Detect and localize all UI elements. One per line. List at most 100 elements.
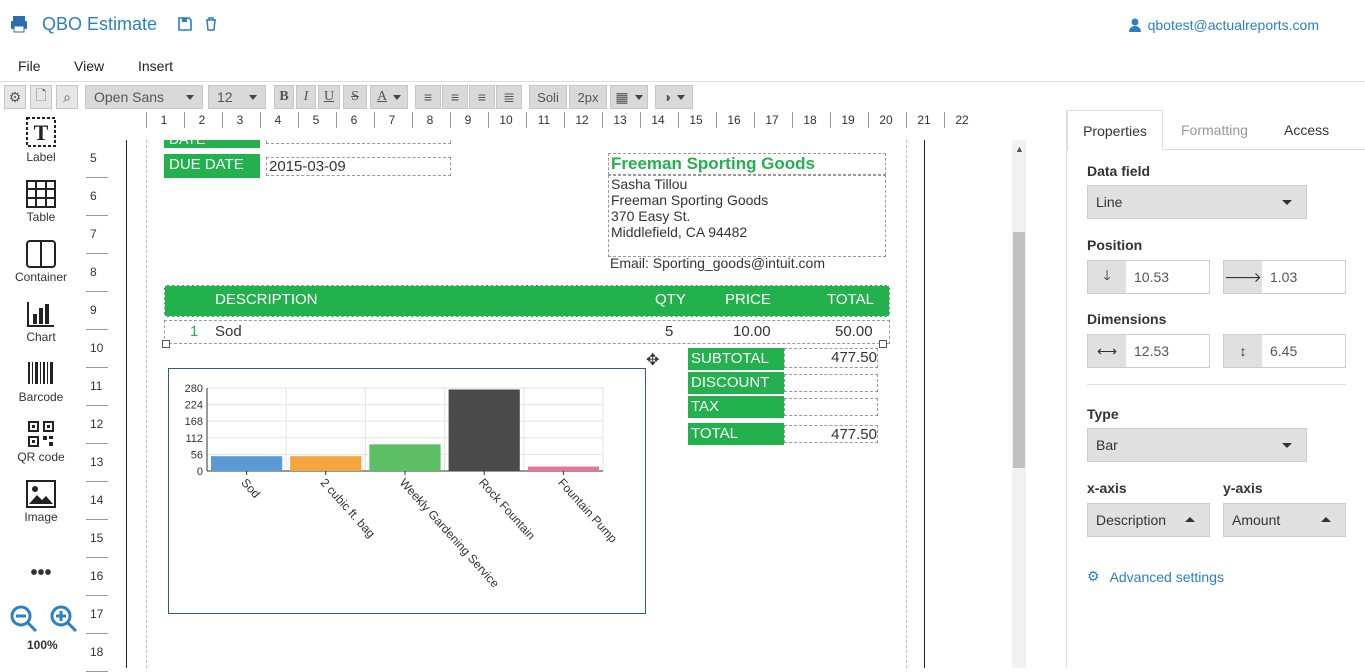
more-icon[interactable]: •••	[0, 562, 82, 585]
contrast-icon[interactable]: ◑	[655, 85, 693, 109]
search-icon[interactable]: ⌕	[56, 85, 78, 109]
border-style-value: Soli	[537, 89, 559, 105]
row-description: Sod	[215, 323, 242, 340]
date-label[interactable]: DATE	[164, 140, 260, 148]
address-line: Freeman Sporting Goods	[611, 192, 769, 208]
image-icon	[26, 480, 56, 508]
billing-address[interactable]: Sasha Tillou Freeman Sporting Goods 370 …	[608, 175, 886, 257]
border-style-select[interactable]: Soli	[529, 85, 567, 109]
date-field[interactable]	[266, 140, 451, 144]
underline-button[interactable]: U	[318, 85, 340, 109]
table-header[interactable]: DESCRIPTION QTY PRICE TOTAL	[164, 285, 890, 317]
tab-formatting[interactable]: Formatting	[1181, 110, 1248, 150]
bar	[211, 456, 283, 471]
tax-value[interactable]	[784, 398, 878, 416]
user-account[interactable]: qbotest@actualreports.com	[1128, 17, 1319, 33]
due-date-value[interactable]: 2015-03-09	[266, 157, 451, 176]
align-left-icon[interactable]: ≡	[415, 85, 441, 109]
borders-icon[interactable]: ▦	[610, 85, 648, 109]
ruler-tick	[86, 367, 108, 368]
data-field-select[interactable]: Line	[1087, 185, 1307, 219]
position-label: Position	[1087, 237, 1143, 253]
palette-image[interactable]: Image	[0, 480, 82, 524]
palette-qrcode[interactable]: QR code	[0, 420, 82, 464]
font-size-select[interactable]: 12	[208, 85, 266, 109]
scroll-up-icon[interactable]: ▲	[1015, 144, 1024, 154]
palette-chart[interactable]: Chart	[0, 300, 82, 344]
italic-button[interactable]: I	[296, 85, 316, 109]
x-axis-select[interactable]: Description	[1087, 503, 1210, 537]
move-icon[interactable]: ✥	[646, 350, 659, 370]
discount-value[interactable]	[784, 374, 878, 392]
total-label[interactable]: TOTAL	[688, 423, 784, 445]
total-value[interactable]: 477.50	[784, 425, 878, 443]
border-width-select[interactable]: 2px	[569, 85, 607, 109]
y-axis-select[interactable]: Amount	[1223, 503, 1346, 537]
dimensions-label: Dimensions	[1087, 311, 1167, 327]
type-select[interactable]: Bar	[1087, 428, 1307, 462]
palette-table[interactable]: Table	[0, 180, 82, 224]
palette-barcode-text: Barcode	[18, 390, 64, 404]
position-x-input[interactable]: 🡒 1.03	[1223, 260, 1346, 294]
bar	[448, 389, 520, 471]
ruler-tick	[298, 112, 299, 128]
y-tick-label: 168	[185, 416, 203, 428]
height-input[interactable]: ↕ 6.45	[1223, 334, 1346, 368]
subtotal-label[interactable]: SUBTOTAL	[688, 348, 784, 370]
align-justify-icon[interactable]: ≣	[496, 85, 522, 109]
toolbar: ⚙ 🗋 ⌕ Open Sans 12 B I U S A ≡ ≡ ≡ ≣ Sol…	[0, 82, 1365, 110]
row-price: 10.00	[733, 323, 771, 340]
discount-label[interactable]: DISCOUNT	[688, 372, 784, 394]
bar-chart[interactable]: 0 56 112 168 224 280 Sod 2 cubic ft. bag Weekly …	[168, 368, 646, 614]
subtotal-value[interactable]: 477.50	[784, 348, 878, 368]
align-right-icon[interactable]: ≡	[469, 85, 495, 109]
email-text[interactable]: Email: Sporting_goods@intuit.com	[610, 255, 825, 271]
vertical-scrollbar[interactable]: ▲	[1012, 140, 1026, 668]
row-number: 1	[190, 323, 199, 340]
resize-handle[interactable]	[879, 340, 887, 348]
font-family-value: Open Sans	[94, 89, 165, 105]
position-y-input[interactable]: 🡓 10.53	[1087, 260, 1210, 294]
tax-label[interactable]: TAX	[688, 396, 784, 418]
palette-label[interactable]: T Label	[0, 116, 82, 164]
bar	[369, 444, 441, 471]
ruler-number: 20	[879, 113, 893, 127]
align-center-icon[interactable]: ≡	[442, 85, 468, 109]
ruler-tick	[86, 595, 108, 596]
table-row[interactable]: 1 Sod 5 10.00 50.00	[164, 320, 890, 344]
y-tick-label: 280	[185, 383, 203, 395]
save-icon[interactable]	[177, 16, 193, 32]
ruler-tick	[906, 112, 907, 128]
new-page-icon[interactable]: 🗋	[30, 85, 52, 109]
scroll-thumb[interactable]	[1013, 232, 1025, 468]
zoom-out-icon[interactable]	[10, 605, 38, 633]
company-name[interactable]: Freeman Sporting Goods	[608, 153, 886, 175]
tab-access[interactable]: Access	[1284, 110, 1329, 150]
design-canvas[interactable]: DATE DUE DATE 2015-03-09 Freeman Sportin…	[108, 140, 1016, 668]
ruler-tick	[146, 112, 147, 128]
strikethrough-button[interactable]: S	[343, 85, 367, 109]
barcode-icon	[28, 362, 53, 384]
bold-button[interactable]: B	[274, 85, 294, 109]
menu-view[interactable]: View	[74, 58, 104, 74]
width-input[interactable]: ⟷ 12.53	[1087, 334, 1210, 368]
palette-barcode[interactable]: Barcode	[0, 360, 82, 404]
settings-icon[interactable]: ⚙	[4, 85, 26, 109]
font-family-select[interactable]: Open Sans	[85, 85, 203, 109]
ruler-number: 21	[917, 113, 931, 127]
menu-file[interactable]: File	[18, 58, 41, 74]
menu-insert[interactable]: Insert	[138, 58, 173, 74]
tab-properties[interactable]: Properties	[1067, 110, 1163, 150]
trash-icon[interactable]	[203, 16, 219, 32]
advanced-settings-link[interactable]: ⚙ Advanced settings	[1087, 568, 1224, 585]
ruler-tick	[374, 112, 375, 128]
gears-icon: ⚙	[1087, 568, 1100, 584]
due-date-label[interactable]: DUE DATE	[164, 154, 260, 178]
font-color-button[interactable]: A	[370, 85, 408, 109]
ruler-tick	[86, 253, 108, 254]
resize-handle[interactable]	[162, 340, 170, 348]
ruler-number: 8	[426, 113, 434, 127]
palette-container[interactable]: Container	[0, 240, 82, 284]
zoom-in-icon[interactable]	[50, 605, 78, 633]
ruler-tick	[640, 112, 641, 128]
